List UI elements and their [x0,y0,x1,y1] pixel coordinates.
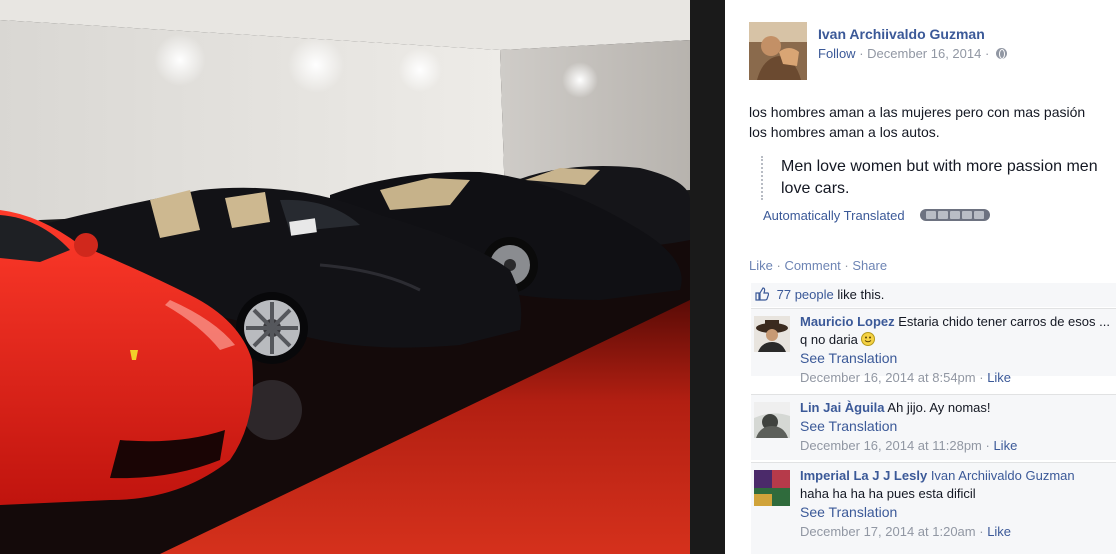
comment-body: Imperial La J J Lesly Ivan Archiivaldo G… [800,467,1112,541]
comment-timestamp[interactable]: December 16, 2014 at 8:54pm [800,370,976,385]
comment-like-button[interactable]: Like [987,524,1011,539]
bing-translator-logo [920,209,991,221]
translated-text: Men love women but with more passion men… [761,156,1101,200]
commenter-name[interactable]: Mauricio Lopez [800,314,895,329]
share-button[interactable]: Share [852,258,887,273]
post-meta: Follow · December 16, 2014 · [818,46,1007,61]
author-avatar[interactable] [749,22,807,80]
translation-attribution: Automatically Translated [763,208,991,223]
like-button[interactable]: Like [749,258,773,273]
comment-body: Mauricio Lopez Estaria chido tener carro… [800,313,1112,387]
post-text-line: los hombres aman a los autos. [749,124,940,140]
post-photo[interactable] [0,0,725,554]
see-translation-link[interactable]: See Translation [800,417,1112,435]
comment-meta: December 17, 2014 at 1:20am · Like [800,523,1112,541]
comment-item: Lin Jai Àguila Ah jijo. Ay nomas! See Tr… [751,394,1116,460]
see-translation-link[interactable]: See Translation [800,503,1112,521]
commenter-name[interactable]: Imperial La J J Lesly [800,468,927,483]
comment-timestamp[interactable]: December 17, 2014 at 1:20am [800,524,976,539]
comment-item: Mauricio Lopez Estaria chido tener carro… [751,308,1116,385]
post-actions: Like · Comment · Share [749,258,887,273]
garage-cars-image [0,0,725,554]
comment-timestamp[interactable]: December 16, 2014 at 11:28pm [800,438,982,453]
comment-text: Ah jijo. Ay nomas! [887,400,991,415]
author-name[interactable]: Ivan Archiivaldo Guzman [818,26,985,42]
commenter-avatar[interactable] [754,316,790,352]
commenter-avatar[interactable] [754,402,790,438]
follow-link[interactable]: Follow [818,46,856,61]
auto-translated-link[interactable]: Automatically Translated [763,208,905,223]
meta-separator: · [979,524,988,539]
likes-summary: 77 people like this. [751,283,1116,307]
comment-button[interactable]: Comment [784,258,840,273]
smiley-icon [861,332,876,346]
comment-like-button[interactable]: Like [987,370,1011,385]
meta-separator: · [984,46,993,61]
tagged-user-link[interactable]: Ivan Archiivaldo Guzman [931,468,1075,483]
see-translation-link[interactable]: See Translation [800,349,1112,367]
commenter-name[interactable]: Lin Jai Àguila [800,400,885,415]
likes-count[interactable]: 77 people [777,287,834,302]
post-text: los hombres aman a las mujeres pero con … [749,102,1111,142]
meta-separator: · [859,46,868,61]
commenter-avatar[interactable] [754,470,790,506]
post-details-panel: Ivan Archiivaldo Guzman Follow · Decembe… [725,0,1116,554]
post-date[interactable]: December 16, 2014 [867,46,981,61]
likes-suffix: like this. [837,287,885,302]
comment-body: Lin Jai Àguila Ah jijo. Ay nomas! See Tr… [800,399,1112,455]
thumbs-up-icon [755,287,770,301]
meta-separator: · [979,370,988,385]
comment-like-button[interactable]: Like [993,438,1017,453]
comment-meta: December 16, 2014 at 11:28pm · Like [800,437,1112,455]
comment-text: haha ha ha ha pues esta dificil [800,486,976,501]
post-text-line: los hombres aman a las mujeres pero con … [749,104,1086,120]
comment-item: Imperial La J J Lesly Ivan Archiivaldo G… [751,462,1116,554]
globe-icon[interactable] [995,48,1007,59]
comment-meta: December 16, 2014 at 8:54pm · Like [800,369,1112,387]
